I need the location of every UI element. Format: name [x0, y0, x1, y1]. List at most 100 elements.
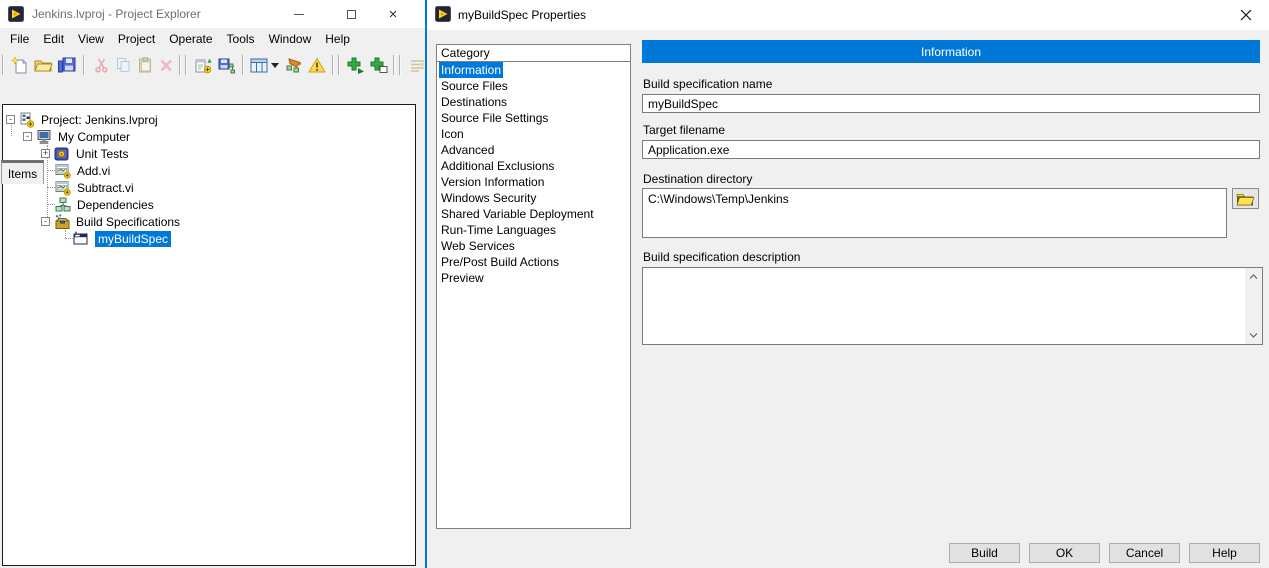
- menu-view[interactable]: View: [71, 29, 111, 49]
- category-item-icon[interactable]: Icon: [437, 126, 630, 142]
- tree-item-label[interactable]: Subtract.vi: [77, 181, 134, 195]
- clipped-icon[interactable]: [407, 54, 425, 76]
- category-label: Run-Time Languages: [441, 222, 556, 238]
- save-all-icon[interactable]: [55, 54, 77, 76]
- new-file-icon[interactable]: [8, 54, 30, 76]
- menu-tools[interactable]: Tools: [220, 29, 262, 49]
- category-item-windows-security[interactable]: Windows Security: [437, 190, 630, 206]
- project-tree: - Project: Jenkins.lvproj - My Computer …: [2, 104, 416, 566]
- warning-icon[interactable]: [306, 54, 328, 76]
- menu-project[interactable]: Project: [111, 29, 162, 49]
- tree-item-label[interactable]: Add.vi: [77, 164, 110, 178]
- add-target-icon[interactable]: [368, 54, 390, 76]
- category-item-destinations[interactable]: Destinations: [437, 94, 630, 110]
- name-input[interactable]: [642, 94, 1260, 113]
- category-item-additional-exclusions[interactable]: Additional Exclusions: [437, 158, 630, 174]
- category-item-web-services[interactable]: Web Services: [437, 238, 630, 254]
- menu-window[interactable]: Window: [262, 29, 319, 49]
- exe-build-icon: [73, 231, 90, 247]
- labview-app-icon: [8, 6, 24, 25]
- close-button[interactable]: ×: [376, 0, 410, 28]
- cancel-button[interactable]: Cancel: [1109, 543, 1180, 563]
- tab-items[interactable]: Items: [1, 160, 44, 184]
- tree-row-project[interactable]: - Project: Jenkins.lvproj: [6, 111, 158, 128]
- tree-item-label[interactable]: Project: Jenkins.lvproj: [41, 113, 158, 127]
- copy-icon[interactable]: [112, 54, 134, 76]
- computer-icon: [36, 129, 53, 145]
- tree-item-label-selected[interactable]: myBuildSpec: [95, 231, 171, 247]
- tree-row-unit-tests[interactable]: + Unit Tests: [41, 145, 128, 162]
- tree-expander[interactable]: -: [6, 115, 15, 124]
- project-icon: [19, 112, 36, 128]
- refresh-vi-icon[interactable]: [192, 54, 214, 76]
- cut-icon[interactable]: [90, 54, 112, 76]
- category-item-source-file-settings[interactable]: Source File Settings: [437, 110, 630, 126]
- dialog-titlebar[interactable]: myBuildSpec Properties: [427, 0, 1269, 30]
- menu-edit[interactable]: Edit: [36, 29, 71, 49]
- tree-row-subtract-vi[interactable]: Subtract.vi: [55, 179, 134, 196]
- toolbar-separator: [83, 55, 85, 75]
- ok-button[interactable]: OK: [1029, 543, 1100, 563]
- destination-directory-input[interactable]: C:\Windows\Temp\Jenkins: [642, 188, 1227, 238]
- browse-folder-button[interactable]: [1232, 188, 1259, 209]
- tree-item-label[interactable]: Unit Tests: [76, 147, 128, 161]
- category-item-preview[interactable]: Preview: [437, 270, 630, 286]
- category-item-advanced[interactable]: Advanced: [437, 142, 630, 158]
- description-scrollbar[interactable]: [1245, 268, 1262, 344]
- paste-icon[interactable]: [134, 54, 156, 76]
- minimize-button[interactable]: [282, 0, 316, 28]
- tree-item-label[interactable]: My Computer: [58, 130, 130, 144]
- menu-help[interactable]: Help: [318, 29, 357, 49]
- tree-row-add-vi[interactable]: Add.vi: [55, 162, 110, 179]
- maximize-button[interactable]: [334, 0, 368, 28]
- dialog-close-button[interactable]: [1227, 2, 1265, 28]
- view-columns-icon[interactable]: [248, 54, 270, 76]
- category-label: Windows Security: [441, 190, 536, 206]
- tree-row-dependencies[interactable]: Dependencies: [55, 196, 154, 213]
- category-item-pre-post-build-actions[interactable]: Pre/Post Build Actions: [437, 254, 630, 270]
- tree-row-build-specifications[interactable]: - Build Specifications: [41, 213, 180, 230]
- project-explorer-window: Jenkins.lvproj - Project Explorer × File…: [0, 0, 425, 568]
- description-textarea[interactable]: [642, 267, 1263, 345]
- tree-expander[interactable]: +: [41, 149, 50, 158]
- category-label: Advanced: [441, 142, 494, 158]
- resolve-conflicts-icon[interactable]: [283, 54, 305, 76]
- category-item-shared-variable-deployment[interactable]: Shared Variable Deployment: [437, 206, 630, 222]
- menu-operate[interactable]: Operate: [162, 29, 219, 49]
- tree-item-label[interactable]: Build Specifications: [76, 215, 180, 229]
- cancel-button-label: Cancel: [1126, 546, 1163, 560]
- category-label: Version Information: [441, 174, 544, 190]
- explorer-titlebar[interactable]: Jenkins.lvproj - Project Explorer ×: [0, 0, 425, 28]
- tree-row-my-computer[interactable]: - My Computer: [23, 128, 130, 145]
- save-hierarchy-icon[interactable]: [216, 54, 238, 76]
- section-header: Information: [642, 40, 1260, 63]
- toolbar-separator: [242, 55, 244, 75]
- tab-strip: Items Files: [0, 80, 425, 104]
- open-folder-icon[interactable]: [32, 54, 54, 76]
- tree-expander[interactable]: -: [23, 132, 32, 141]
- connect-add-icon[interactable]: [345, 54, 367, 76]
- category-list: Category Information Source Files Destin…: [436, 44, 631, 529]
- section-header-label: Information: [921, 45, 981, 59]
- scroll-down-button[interactable]: [1245, 327, 1262, 344]
- category-item-source-files[interactable]: Source Files: [437, 78, 630, 94]
- category-item-run-time-languages[interactable]: Run-Time Languages: [437, 222, 630, 238]
- category-label: Source Files: [441, 78, 508, 94]
- menu-file[interactable]: File: [3, 29, 36, 49]
- build-button[interactable]: Build: [949, 543, 1020, 563]
- toolbar-separator: [179, 55, 181, 75]
- target-filename-input[interactable]: [642, 140, 1260, 159]
- delete-icon[interactable]: [155, 54, 177, 76]
- tree-row-mybuildspec[interactable]: myBuildSpec: [73, 230, 171, 247]
- category-item-version-information[interactable]: Version Information: [437, 174, 630, 190]
- scroll-up-button[interactable]: [1245, 268, 1262, 285]
- chevron-down-icon: [1249, 333, 1258, 338]
- help-button[interactable]: Help: [1189, 543, 1260, 563]
- tree-connector: [65, 238, 73, 239]
- tree-expander[interactable]: -: [41, 217, 50, 226]
- close-icon: [1240, 9, 1252, 21]
- tree-item-label[interactable]: Dependencies: [77, 198, 154, 212]
- category-label: Source File Settings: [441, 110, 548, 126]
- dropdown-caret-icon[interactable]: [269, 54, 281, 76]
- category-item-information[interactable]: Information: [437, 62, 630, 78]
